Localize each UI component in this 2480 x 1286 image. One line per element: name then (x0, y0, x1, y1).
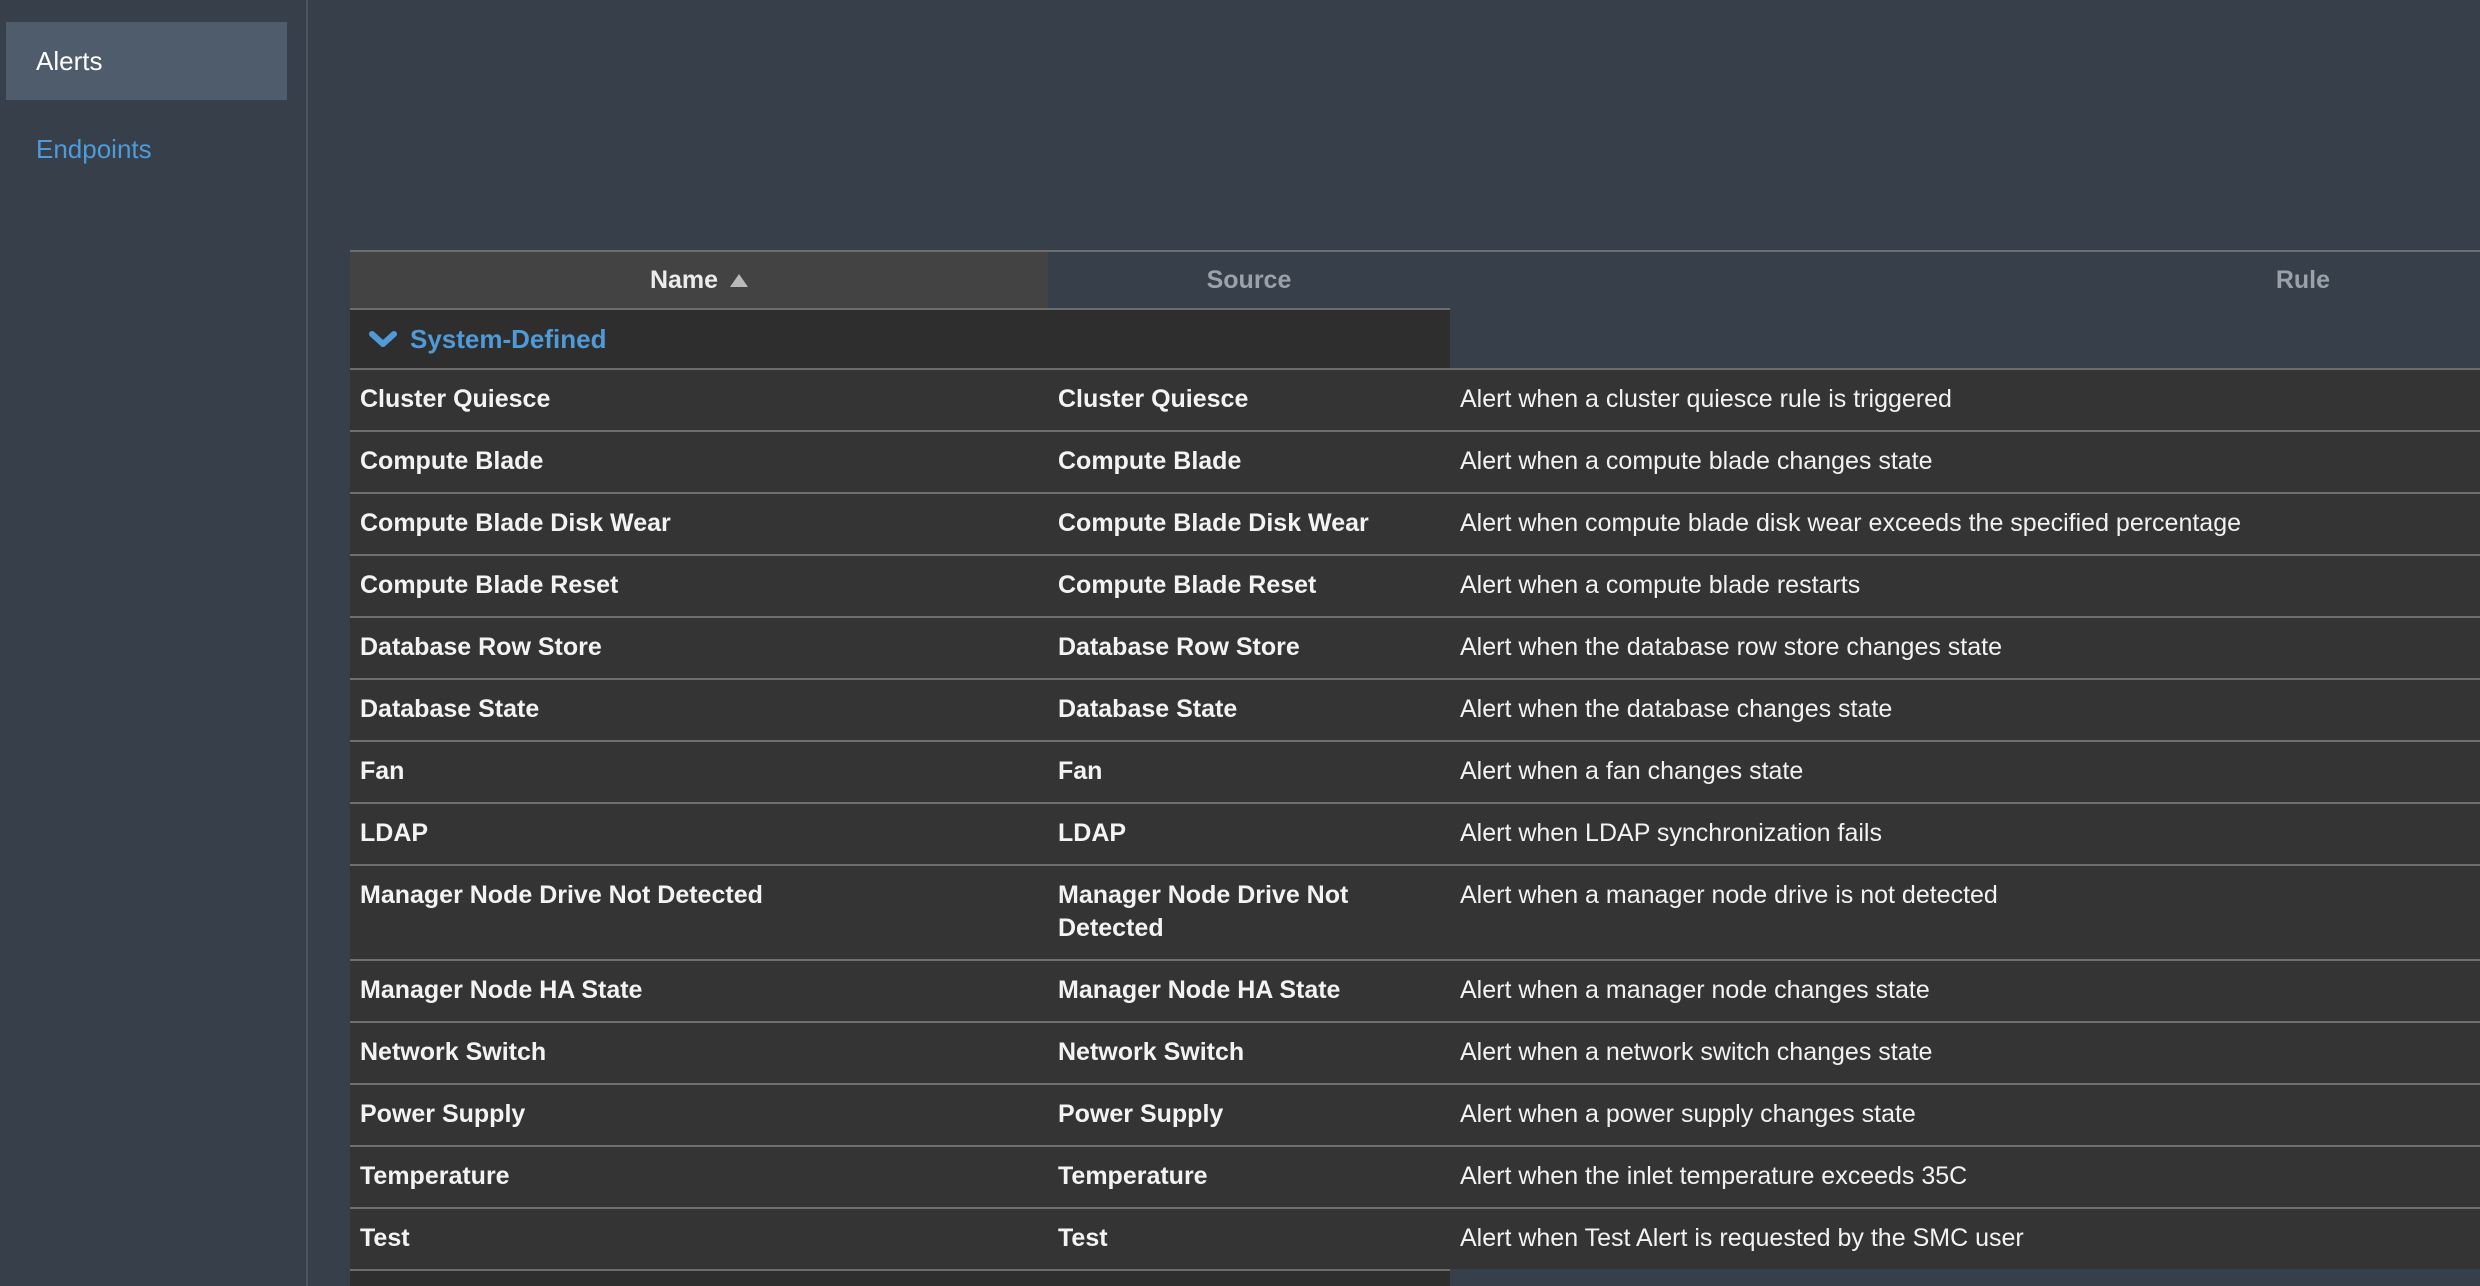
table-row[interactable]: Cluster Quiesce Cluster Quiesce Alert wh… (350, 370, 2480, 432)
table-row[interactable]: Network Switch Network Switch Alert when… (350, 1023, 2480, 1085)
main-content: Name Source Rule System-Defined Cluster … (310, 0, 2480, 1286)
group-row-label: System-Defined (410, 324, 607, 355)
group-row-system-defined[interactable]: System-Defined (350, 308, 1450, 368)
source-cell: Test (1048, 1209, 1450, 1269)
rule-cell: Alert when LDAP synchronization fails (1450, 804, 2480, 864)
name-cell: Manager Node Drive Not Detected (350, 866, 1048, 959)
column-header-source[interactable]: Source (1048, 252, 1450, 308)
source-cell: Network Switch (1048, 1023, 1450, 1083)
rule-cell: Alert when a fan changes state (1450, 742, 2480, 802)
name-cell: Network Switch (350, 1023, 1048, 1083)
rule-cell: Alert when the database changes state (1450, 680, 2480, 740)
source-cell: Compute Blade Reset (1048, 556, 1450, 616)
table-row[interactable]: Test Test Alert when Test Alert is reque… (350, 1209, 2480, 1269)
name-cell: Database State (350, 680, 1048, 740)
rule-cell: Alert when a manager node drive is not d… (1450, 866, 2480, 959)
table-row[interactable]: Manager Node HA State Manager Node HA St… (350, 961, 2480, 1023)
table-row[interactable]: Fan Fan Alert when a fan changes state (350, 742, 2480, 804)
table-row[interactable]: Compute Blade Compute Blade Alert when a… (350, 432, 2480, 494)
name-cell: Test (350, 1209, 1048, 1269)
column-header-label: Rule (2276, 266, 2330, 295)
source-cell: Database Row Store (1048, 618, 1450, 678)
source-cell: Manager Node HA State (1048, 961, 1450, 1021)
name-cell: Cluster Quiesce (350, 370, 1048, 430)
rule-cell: Alert when the inlet temperature exceeds… (1450, 1147, 2480, 1207)
source-cell: Cluster Quiesce (1048, 370, 1450, 430)
column-header-label: Source (1207, 266, 1292, 295)
source-cell: Manager Node Drive Not Detected (1048, 866, 1450, 959)
table-rows: Cluster Quiesce Cluster Quiesce Alert wh… (350, 370, 2480, 1269)
table-row[interactable]: Compute Blade Disk Wear Compute Blade Di… (350, 494, 2480, 556)
name-cell: Compute Blade (350, 432, 1048, 492)
name-cell: Compute Blade Reset (350, 556, 1048, 616)
name-cell: Database Row Store (350, 618, 1048, 678)
name-cell: Compute Blade Disk Wear (350, 494, 1048, 554)
source-cell: Fan (1048, 742, 1450, 802)
name-cell: Power Supply (350, 1085, 1048, 1145)
group-row-band: System-Defined (350, 308, 2480, 368)
source-cell: Power Supply (1048, 1085, 1450, 1145)
table-row[interactable]: LDAP LDAP Alert when LDAP synchronizatio… (350, 804, 2480, 866)
rule-cell: Alert when a manager node changes state (1450, 961, 2480, 1021)
source-cell: Temperature (1048, 1147, 1450, 1207)
column-header-name[interactable]: Name (350, 252, 1048, 308)
name-cell: LDAP (350, 804, 1048, 864)
group-row-spacer (1450, 308, 2480, 368)
sidebar-item-label: Endpoints (36, 134, 152, 165)
rule-cell: Alert when a cluster quiesce rule is tri… (1450, 370, 2480, 430)
column-header-rule[interactable]: Rule (1450, 252, 2480, 308)
table-row[interactable]: Database State Database State Alert when… (350, 680, 2480, 742)
source-cell: Compute Blade (1048, 432, 1450, 492)
source-cell: LDAP (1048, 804, 1450, 864)
name-cell: Manager Node HA State (350, 961, 1048, 1021)
sidebar-item-alerts[interactable]: Alerts (6, 22, 287, 100)
column-header-label: Name (650, 266, 718, 295)
name-cell: Fan (350, 742, 1048, 802)
partial-group-spacer (1450, 1269, 2480, 1286)
sidebar-item-label: Alerts (36, 46, 102, 77)
source-cell: Database State (1048, 680, 1450, 740)
rule-cell: Alert when compute blade disk wear excee… (1450, 494, 2480, 554)
rule-cell: Alert when a power supply changes state (1450, 1085, 2480, 1145)
rule-cell: Alert when a compute blade changes state (1450, 432, 2480, 492)
table-row[interactable]: Manager Node Drive Not Detected Manager … (350, 866, 2480, 961)
table-header-row: Name Source Rule (350, 252, 2480, 308)
partial-group-cell[interactable] (350, 1269, 1450, 1286)
sort-asc-icon (730, 274, 748, 287)
partial-next-group-row (350, 1269, 2480, 1286)
rule-cell: Alert when a network switch changes stat… (1450, 1023, 2480, 1083)
rule-cell: Alert when Test Alert is requested by th… (1450, 1209, 2480, 1269)
table-row[interactable]: Temperature Temperature Alert when the i… (350, 1147, 2480, 1209)
table-row[interactable]: Compute Blade Reset Compute Blade Reset … (350, 556, 2480, 618)
table-row[interactable]: Database Row Store Database Row Store Al… (350, 618, 2480, 680)
sidebar-item-endpoints[interactable]: Endpoints (6, 110, 287, 188)
alerts-table: Name Source Rule System-Defined Cluster … (350, 250, 2480, 1286)
chevron-down-icon[interactable] (368, 329, 398, 349)
source-cell: Compute Blade Disk Wear (1048, 494, 1450, 554)
rule-cell: Alert when the database row store change… (1450, 618, 2480, 678)
sidebar: Alerts Endpoints (0, 0, 308, 1286)
table-row[interactable]: Power Supply Power Supply Alert when a p… (350, 1085, 2480, 1147)
rule-cell: Alert when a compute blade restarts (1450, 556, 2480, 616)
name-cell: Temperature (350, 1147, 1048, 1207)
